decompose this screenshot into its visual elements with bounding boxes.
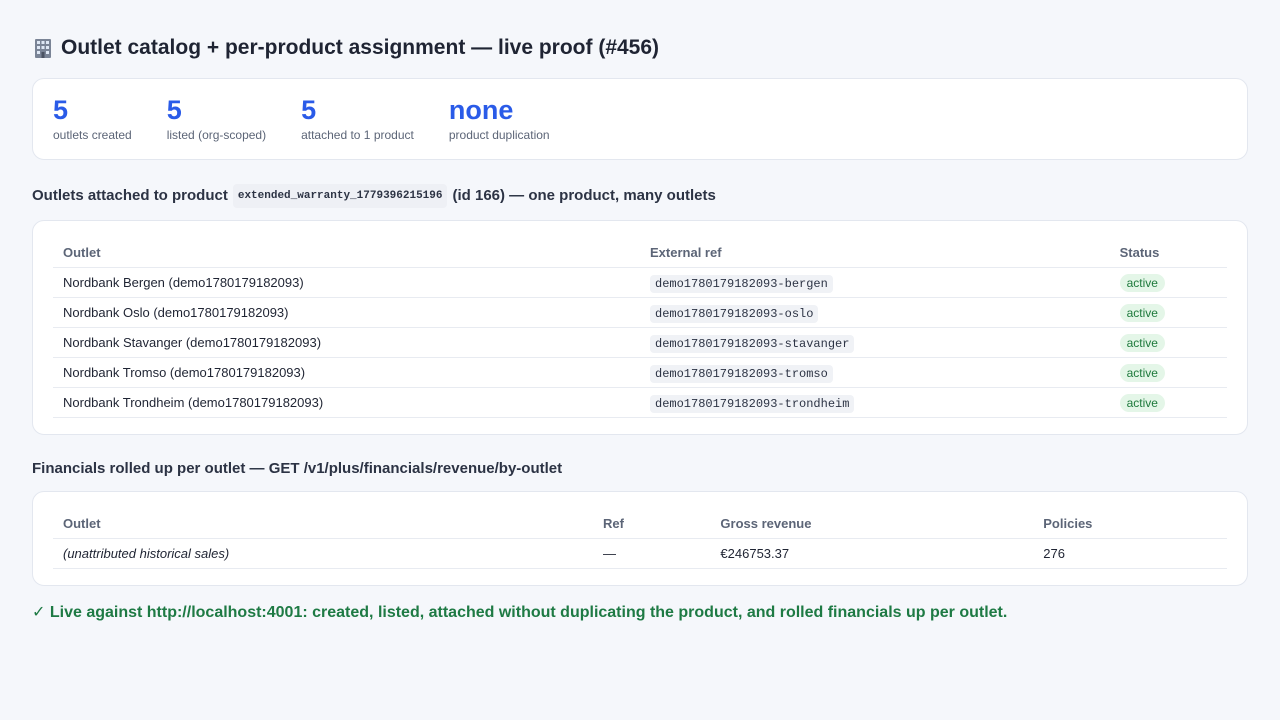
column-header-status: Status: [1109, 237, 1227, 268]
section-title-prefix: Outlets attached to product: [32, 187, 228, 204]
external-ref-cell: demo1780179182093-stavanger: [640, 327, 1110, 358]
external-ref: demo1780179182093-stavanger: [650, 334, 855, 353]
stat-product-duplication: none product duplication: [449, 95, 550, 143]
stat-label: product duplication: [448, 128, 550, 142]
outlet-name: Nordbank Tromso (demo1780179182093): [53, 357, 640, 388]
gross-revenue-cell: €246753.37: [710, 538, 1034, 569]
external-ref-cell: demo1780179182093-trondheim: [640, 387, 1110, 418]
external-ref-cell: demo1780179182093-oslo: [640, 297, 1110, 328]
ref-cell: —: [593, 538, 711, 569]
status-cell: active: [1109, 387, 1227, 418]
status-cell: active: [1109, 297, 1227, 328]
external-ref: demo1780179182093-oslo: [650, 304, 819, 323]
outlet-name: Nordbank Oslo (demo1780179182093): [53, 297, 640, 328]
stat-label: attached to 1 product: [301, 128, 414, 142]
external-ref: demo1780179182093-tromso: [650, 364, 833, 383]
status-badge: active: [1119, 274, 1165, 292]
external-ref: demo1780179182093-bergen: [650, 274, 833, 293]
table-row: Nordbank Trondheim (demo1780179182093) d…: [53, 387, 1227, 418]
status-badge: active: [1119, 304, 1165, 322]
product-code: extended_warranty_1779396215196: [232, 184, 448, 208]
financials-table: Outlet Ref Gross revenue Policies (unatt…: [53, 508, 1227, 569]
outlet-name: Nordbank Stavanger (demo1780179182093): [53, 327, 640, 358]
table-row: Nordbank Stavanger (demo1780179182093) d…: [53, 327, 1227, 358]
status-badge: active: [1119, 364, 1165, 382]
policies-cell: 276: [1033, 538, 1227, 569]
stat-value: none: [448, 95, 514, 125]
column-header-outlet: Outlet: [53, 237, 640, 268]
status-badge: active: [1119, 394, 1165, 412]
outlet-name: Nordbank Trondheim (demo1780179182093): [53, 387, 640, 418]
status-cell: active: [1109, 357, 1227, 388]
stat-listed: 5 listed (org-scoped): [167, 95, 266, 143]
page-title-text: Outlet catalog + per-product assignment …: [61, 36, 660, 59]
table-row: Nordbank Tromso (demo1780179182093) demo…: [53, 357, 1227, 388]
table-row: (unattributed historical sales) — €24675…: [53, 538, 1227, 569]
outlets-table-card: Outlet External ref Status Nordbank Berg…: [32, 220, 1248, 435]
external-ref-cell: demo1780179182093-bergen: [640, 267, 1110, 298]
stat-outlets-created: 5 outlets created: [53, 95, 132, 143]
page-title: Outlet catalog + per-product assignment …: [32, 34, 1248, 62]
column-header-outlet: Outlet: [53, 508, 594, 539]
stat-attached: 5 attached to 1 product: [301, 95, 414, 143]
section-title-suffix: (id 166) — one product, many outlets: [452, 187, 716, 204]
external-ref-cell: demo1780179182093-tromso: [640, 357, 1110, 388]
stat-value: 5: [166, 95, 182, 125]
outlet-name: Nordbank Bergen (demo1780179182093): [53, 267, 640, 298]
table-header-row: Outlet External ref Status: [53, 237, 1227, 268]
stat-value: 5: [53, 95, 69, 125]
table-header-row: Outlet Ref Gross revenue Policies: [53, 508, 1227, 539]
stat-value: 5: [301, 95, 317, 125]
financials-section-title: Financials rolled up per outlet — GET /v…: [32, 460, 563, 477]
table-row: Nordbank Oslo (demo1780179182093) demo17…: [53, 297, 1227, 328]
status-badge: active: [1119, 334, 1165, 352]
column-header-ref: Ref: [593, 508, 711, 539]
outlets-table: Outlet External ref Status Nordbank Berg…: [53, 237, 1227, 418]
status-cell: active: [1109, 327, 1227, 358]
column-header-policies: Policies: [1033, 508, 1227, 539]
success-message: ✓ Live against http://localhost:4001: cr…: [32, 604, 1008, 621]
column-header-gross-revenue: Gross revenue: [710, 508, 1034, 539]
column-header-external-ref: External ref: [640, 237, 1110, 268]
financials-table-card: Outlet Ref Gross revenue Policies (unatt…: [32, 491, 1248, 586]
stats-card: 5 outlets created 5 listed (org-scoped) …: [32, 78, 1248, 160]
external-ref: demo1780179182093-trondheim: [650, 394, 855, 413]
outlet-name: (unattributed historical sales): [53, 538, 594, 569]
stat-label: outlets created: [53, 128, 132, 142]
office-building-icon: [32, 37, 54, 59]
status-cell: active: [1109, 267, 1227, 298]
outlets-section-title: Outlets attached to product extended_war…: [32, 184, 1248, 208]
table-row: Nordbank Bergen (demo1780179182093) demo…: [53, 267, 1227, 298]
stat-label: listed (org-scoped): [166, 128, 267, 142]
